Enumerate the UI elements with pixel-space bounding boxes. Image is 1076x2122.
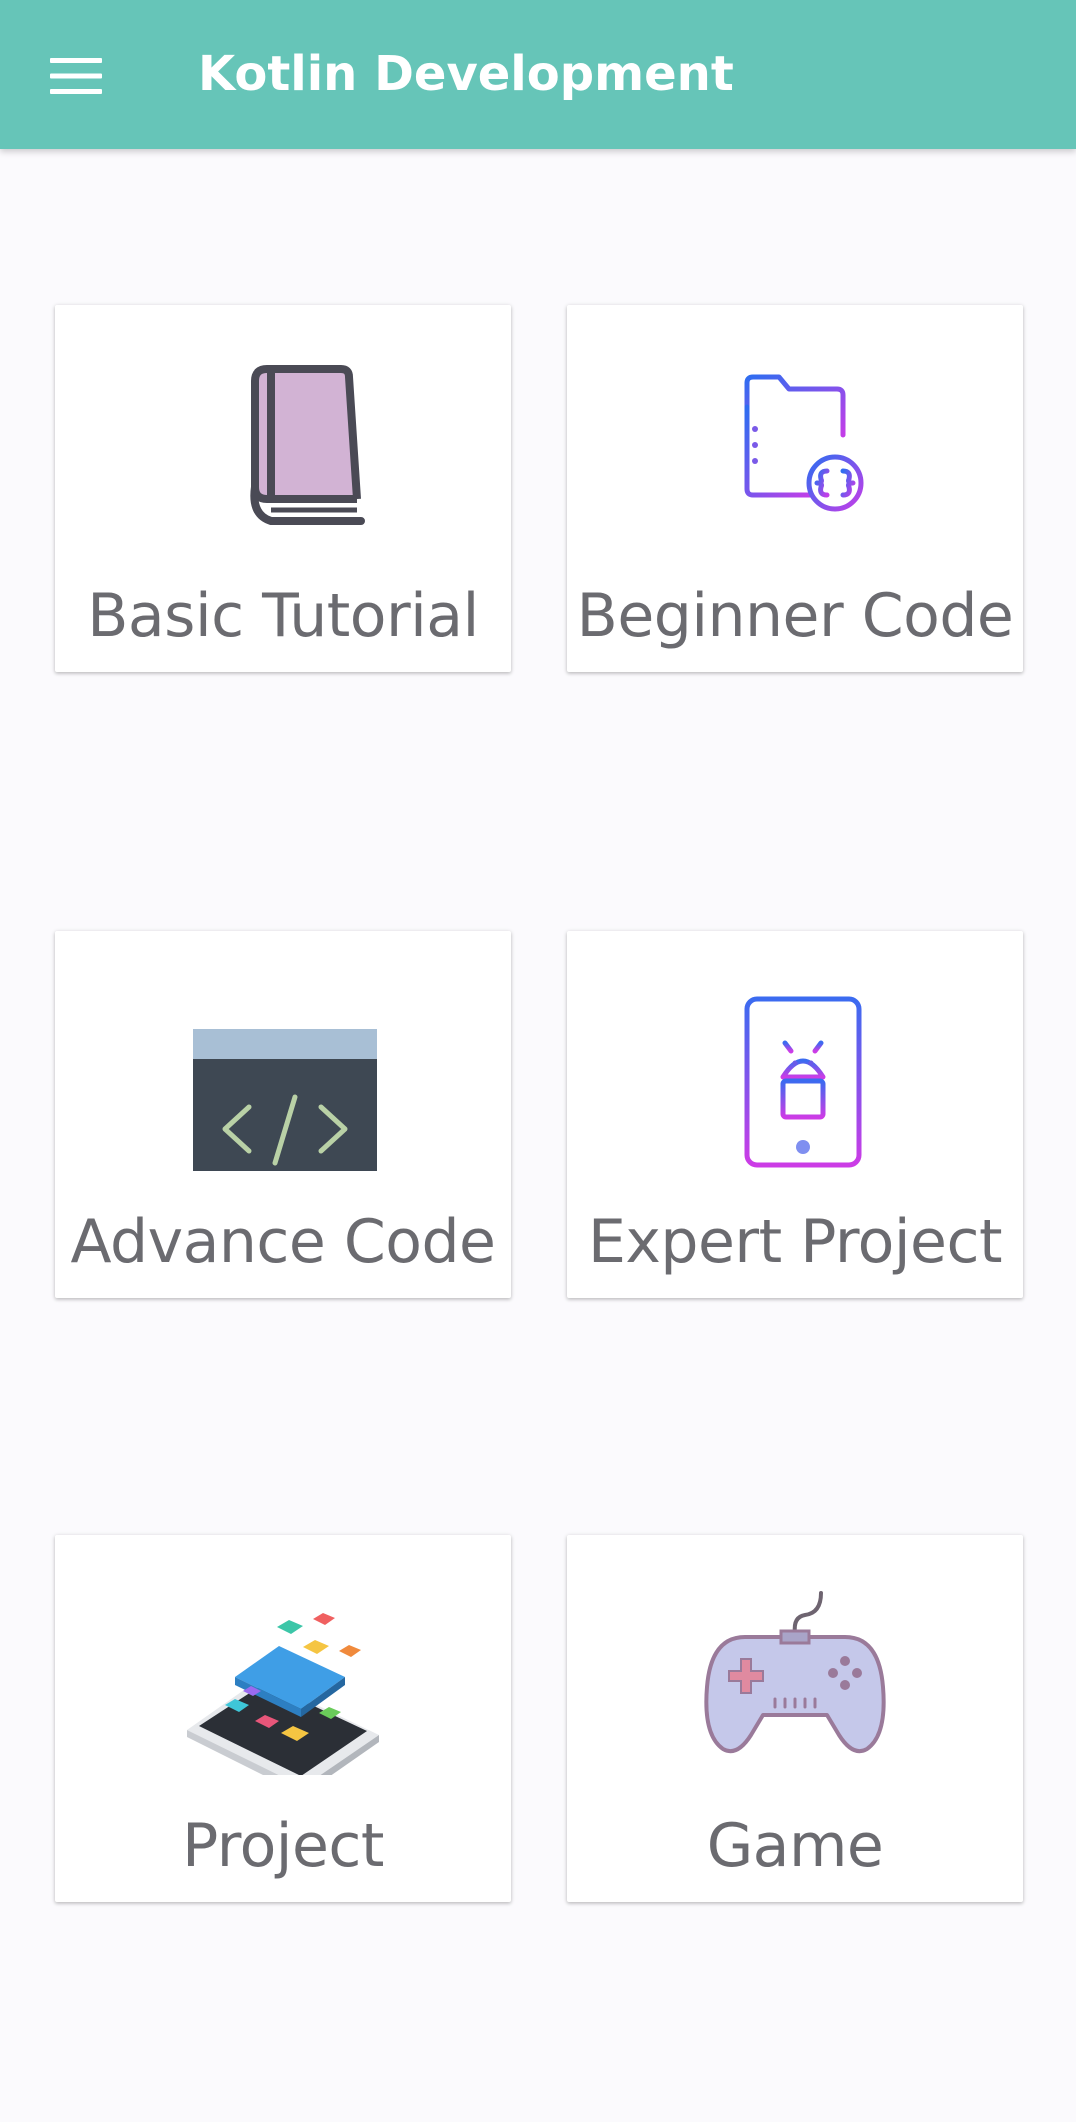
- project-card[interactable]: Project: [55, 1535, 511, 1902]
- gamepad-icon: [695, 1575, 895, 1775]
- card-label: Expert Project: [588, 1207, 1002, 1277]
- code-folder-icon: [695, 345, 895, 545]
- game-card[interactable]: Game: [567, 1535, 1023, 1902]
- card-label: Basic Tutorial: [87, 581, 479, 651]
- menu-button[interactable]: [30, 30, 122, 122]
- card-label: Beginner Code: [576, 581, 1014, 651]
- book-icon: [183, 345, 383, 545]
- basic-tutorial-card[interactable]: Basic Tutorial: [55, 305, 511, 672]
- card-label: Game: [706, 1811, 884, 1881]
- android-phone-icon: [695, 971, 895, 1171]
- card-label: Advance Code: [70, 1207, 496, 1277]
- app-title: Kotlin Development: [198, 46, 734, 102]
- app-phone-icon: [183, 1575, 383, 1775]
- app-bar: Kotlin Development: [0, 0, 1076, 149]
- code-window-icon: [183, 971, 383, 1171]
- card-label: Project: [182, 1811, 384, 1881]
- hamburger-menu-icon: [50, 58, 102, 94]
- expert-project-card[interactable]: Expert Project: [567, 931, 1023, 1298]
- beginner-code-card[interactable]: Beginner Code: [567, 305, 1023, 672]
- advance-code-card[interactable]: Advance Code: [55, 931, 511, 1298]
